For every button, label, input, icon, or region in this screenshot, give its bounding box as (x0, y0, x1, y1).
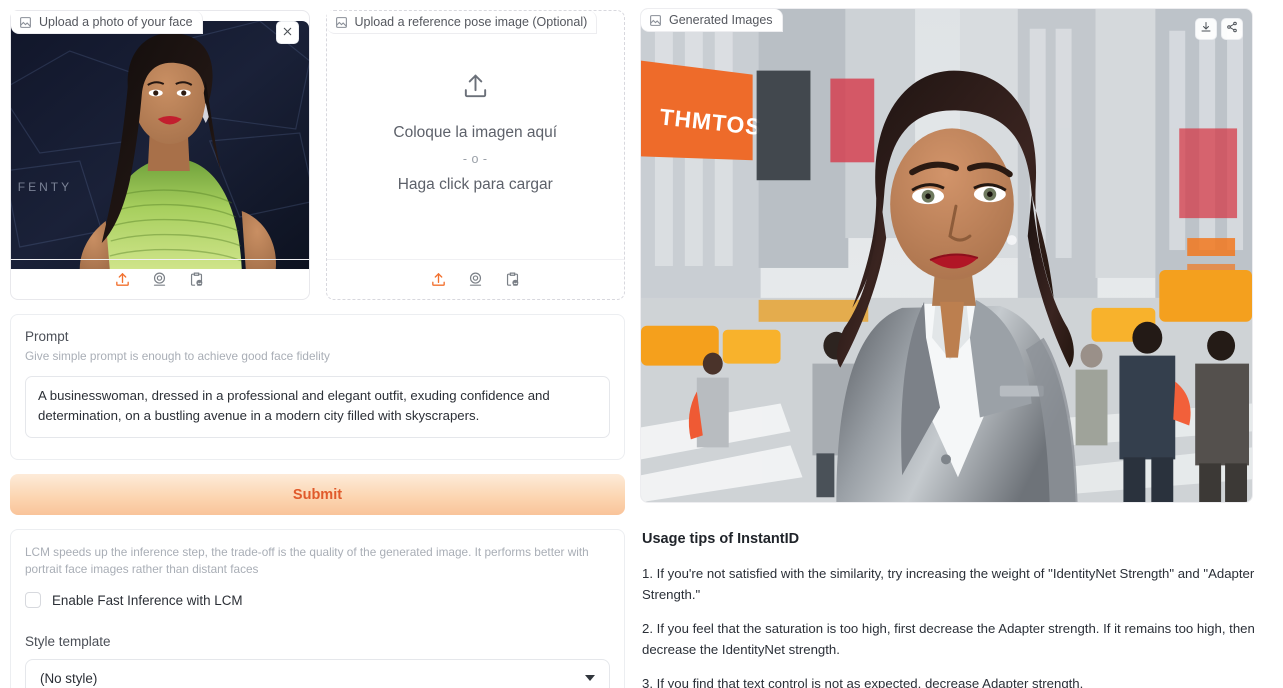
lcm-checkbox[interactable] (25, 592, 41, 608)
pose-dropzone-or-text: - o - (462, 152, 488, 166)
upload-arrow-icon (461, 72, 490, 106)
right-column: THMTOS Generated Images Usage tips of In… (635, 0, 1283, 688)
share-button[interactable] (1221, 18, 1243, 40)
upload-icon[interactable] (114, 271, 131, 288)
image-placeholder-icon (649, 14, 662, 27)
usage-tips-title: Usage tips of InstantID (642, 531, 800, 547)
download-button[interactable] (1195, 18, 1217, 40)
prompt-label: Prompt (25, 329, 69, 344)
face-photo-preview: FENTY N ED (11, 21, 309, 269)
pose-dropzone-click-text: Haga click para cargar (397, 176, 553, 193)
image-placeholder-icon (335, 16, 348, 29)
lcm-note: LCM speeds up the inference step, the tr… (25, 545, 589, 576)
pose-upload-block[interactable]: Upload a reference pose image (Optional)… (325, 10, 625, 300)
download-icon (1200, 20, 1212, 38)
pose-upload-label: Upload a reference pose image (Optional) (326, 11, 598, 34)
advanced-options-panel: LCM speeds up the inference step, the tr… (10, 529, 625, 688)
lcm-checkbox-label: Enable Fast Inference with LCM (52, 592, 243, 608)
usage-tips-section: Usage tips of InstantID 1. If you're not… (640, 531, 1255, 688)
generated-images-label-text: Generated Images (669, 13, 773, 27)
generated-images-label: Generated Images (641, 9, 783, 32)
style-template-select[interactable]: (No style) (25, 659, 610, 688)
pose-dropzone[interactable]: Coloque la imagen aquí - o - Haga click … (327, 12, 625, 258)
svg-text:FENTY: FENTY (18, 180, 72, 194)
prompt-info: Give simple prompt is enough to achieve … (25, 349, 330, 363)
pose-upload-label-text: Upload a reference pose image (Optional) (354, 15, 588, 29)
left-column: FENTY N ED (0, 0, 635, 688)
pose-dropzone-main-text: Coloque la imagen aquí (393, 124, 558, 141)
lcm-checkbox-row[interactable]: Enable Fast Inference with LCM (25, 592, 610, 608)
prompt-panel: Prompt Give simple prompt is enough to a… (10, 314, 625, 460)
share-icon (1226, 20, 1238, 38)
generated-images-actions (1195, 18, 1243, 40)
usage-tip-item: 2. If you feel that the saturation is to… (642, 621, 1255, 657)
face-upload-label-text: Upload a photo of your face (39, 15, 193, 29)
generated-image: THMTOS (641, 9, 1252, 502)
face-upload-close-button[interactable] (275, 21, 299, 44)
style-template-value: (No style) (40, 670, 98, 686)
paste-clipboard-icon[interactable] (188, 271, 205, 288)
paste-clipboard-icon[interactable] (504, 271, 521, 288)
usage-tip-item: 1. If you're not satisfied with the simi… (642, 566, 1255, 602)
face-upload-block[interactable]: FENTY N ED (10, 10, 310, 300)
generated-images-block[interactable]: THMTOS Generated Images (640, 8, 1253, 503)
webcam-icon[interactable] (467, 271, 484, 288)
upload-icon[interactable] (430, 271, 447, 288)
face-photo-image: FENTY N ED (11, 21, 309, 269)
usage-tip-item: 3. If you find that text control is not … (642, 676, 1084, 688)
close-icon (282, 24, 293, 42)
chevron-down-icon (585, 675, 595, 681)
face-upload-label: Upload a photo of your face (11, 11, 203, 34)
webcam-icon[interactable] (151, 271, 168, 288)
face-upload-toolbar (11, 259, 309, 299)
pose-upload-toolbar (326, 259, 624, 299)
submit-button[interactable]: Submit (10, 474, 625, 515)
prompt-input[interactable] (25, 376, 610, 438)
uploads-row: FENTY N ED (10, 10, 625, 300)
instantid-app: FENTY N ED (0, 0, 1283, 688)
style-template-label: Style template (25, 634, 111, 649)
image-placeholder-icon (19, 16, 32, 29)
